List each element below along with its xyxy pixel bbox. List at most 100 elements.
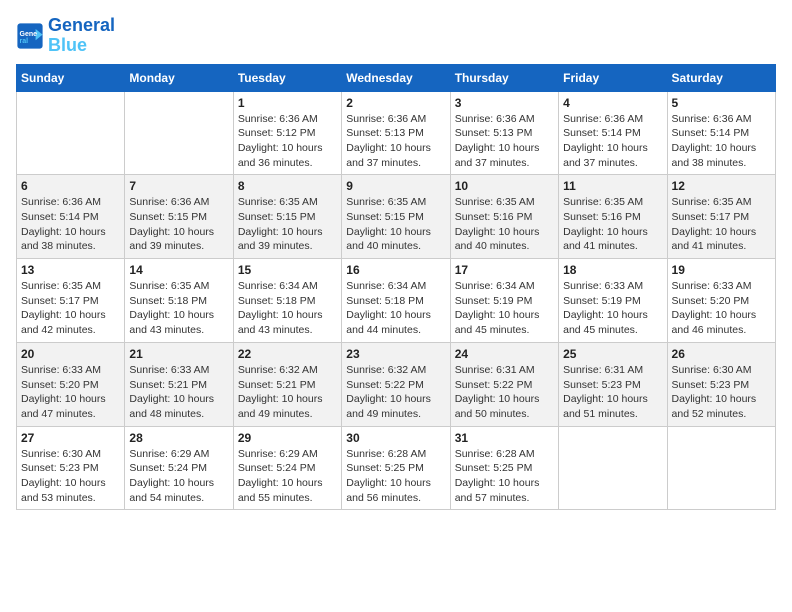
calendar-cell: 25Sunrise: 6:31 AM Sunset: 5:23 PM Dayli…: [559, 342, 667, 426]
day-number: 6: [21, 179, 120, 193]
day-info: Sunrise: 6:35 AM Sunset: 5:17 PM Dayligh…: [672, 195, 771, 254]
weekday-header-thursday: Thursday: [450, 64, 558, 91]
day-info: Sunrise: 6:36 AM Sunset: 5:13 PM Dayligh…: [455, 112, 554, 171]
day-info: Sunrise: 6:34 AM Sunset: 5:18 PM Dayligh…: [346, 279, 445, 338]
calendar-week-row: 20Sunrise: 6:33 AM Sunset: 5:20 PM Dayli…: [17, 342, 776, 426]
day-number: 2: [346, 96, 445, 110]
day-number: 8: [238, 179, 337, 193]
calendar-cell: 22 Sunrise: 6:32 AM Sunset: 5:21 PM Dayli…: [233, 342, 341, 426]
calendar-cell: 29Sunrise: 6:29 AM Sunset: 5:24 PM Dayli…: [233, 426, 341, 510]
calendar-cell: 4 Sunrise: 6:36 AM Sunset: 5:14 PM Daylig…: [559, 91, 667, 175]
svg-text:ral: ral: [20, 38, 29, 45]
day-number: 5: [672, 96, 771, 110]
day-info: Sunrise: 6:36 AM Sunset: 5:15 PM Dayligh…: [129, 195, 228, 254]
calendar-cell: 27 Sunrise: 6:30 AM Sunset: 5:23 PM Dayli…: [17, 426, 125, 510]
day-info: Sunrise: 6:33 AM Sunset: 5:20 PM Dayligh…: [21, 363, 120, 422]
calendar-week-row: 1 Sunrise: 6:36 AM Sunset: 5:12 PM Daylig…: [17, 91, 776, 175]
day-number: 1: [238, 96, 337, 110]
logo: Gene ral General Blue: [16, 16, 115, 56]
calendar-cell: [125, 91, 233, 175]
day-info: Sunrise: 6:31 AM Sunset: 5:23 PM Dayligh…: [563, 363, 662, 422]
day-info: Sunrise: 6:35 AM Sunset: 5:15 PM Dayligh…: [238, 195, 337, 254]
day-info: Sunrise: 6:30 AM Sunset: 5:23 PM Dayligh…: [672, 363, 771, 422]
day-number: 23: [346, 347, 445, 361]
day-info: Sunrise: 6:33 AM Sunset: 5:21 PM Dayligh…: [129, 363, 228, 422]
day-number: 22: [238, 347, 337, 361]
day-number: 15: [238, 263, 337, 277]
day-number: 17: [455, 263, 554, 277]
calendar-cell: 17 Sunrise: 6:34 AM Sunset: 5:19 PM Dayli…: [450, 259, 558, 343]
calendar-table: SundayMondayTuesdayWednesdayThursdayFrid…: [16, 64, 776, 511]
calendar-cell: 28 Sunrise: 6:29 AM Sunset: 5:24 PM Dayli…: [125, 426, 233, 510]
day-number: 11: [563, 179, 662, 193]
day-info: Sunrise: 6:31 AM Sunset: 5:22 PM Dayligh…: [455, 363, 554, 422]
day-number: 9: [346, 179, 445, 193]
calendar-week-row: 27 Sunrise: 6:30 AM Sunset: 5:23 PM Dayli…: [17, 426, 776, 510]
day-info: Sunrise: 6:35 AM Sunset: 5:16 PM Dayligh…: [455, 195, 554, 254]
calendar-cell: 2 Sunrise: 6:36 AM Sunset: 5:13 PM Daylig…: [342, 91, 450, 175]
day-number: 13: [21, 263, 120, 277]
day-number: 10: [455, 179, 554, 193]
calendar-cell: 31 Sunrise: 6:28 AM Sunset: 5:25 PM Dayli…: [450, 426, 558, 510]
calendar-cell: [667, 426, 775, 510]
day-info: Sunrise: 6:35 AM Sunset: 5:15 PM Dayligh…: [346, 195, 445, 254]
weekday-header-wednesday: Wednesday: [342, 64, 450, 91]
day-info: Sunrise: 6:28 AM Sunset: 5:25 PM Dayligh…: [346, 447, 445, 506]
calendar-cell: 15Sunrise: 6:34 AM Sunset: 5:18 PM Dayli…: [233, 259, 341, 343]
day-info: Sunrise: 6:33 AM Sunset: 5:20 PM Dayligh…: [672, 279, 771, 338]
day-info: Sunrise: 6:32 AM Sunset: 5:22 PM Dayligh…: [346, 363, 445, 422]
day-number: 19: [672, 263, 771, 277]
day-info: Sunrise: 6:30 AM Sunset: 5:23 PM Dayligh…: [21, 447, 120, 506]
weekday-header-monday: Monday: [125, 64, 233, 91]
weekday-header-friday: Friday: [559, 64, 667, 91]
day-info: Sunrise: 6:35 AM Sunset: 5:17 PM Dayligh…: [21, 279, 120, 338]
calendar-header-row: SundayMondayTuesdayWednesdayThursdayFrid…: [17, 64, 776, 91]
page-header: Gene ral General Blue: [16, 16, 776, 56]
day-info: Sunrise: 6:29 AM Sunset: 5:24 PM Dayligh…: [129, 447, 228, 506]
calendar-cell: 11Sunrise: 6:35 AM Sunset: 5:16 PM Dayli…: [559, 175, 667, 259]
day-info: Sunrise: 6:34 AM Sunset: 5:19 PM Dayligh…: [455, 279, 554, 338]
calendar-cell: 18Sunrise: 6:33 AM Sunset: 5:19 PM Dayli…: [559, 259, 667, 343]
day-number: 31: [455, 431, 554, 445]
calendar-cell: 9 Sunrise: 6:35 AM Sunset: 5:15 PM Daylig…: [342, 175, 450, 259]
day-number: 26: [672, 347, 771, 361]
day-info: Sunrise: 6:32 AM Sunset: 5:21 PM Dayligh…: [238, 363, 337, 422]
day-number: 7: [129, 179, 228, 193]
calendar-cell: [17, 91, 125, 175]
weekday-header-tuesday: Tuesday: [233, 64, 341, 91]
day-info: Sunrise: 6:36 AM Sunset: 5:13 PM Dayligh…: [346, 112, 445, 171]
day-number: 29: [238, 431, 337, 445]
day-number: 12: [672, 179, 771, 193]
day-info: Sunrise: 6:36 AM Sunset: 5:14 PM Dayligh…: [21, 195, 120, 254]
calendar-cell: 13 Sunrise: 6:35 AM Sunset: 5:17 PM Dayli…: [17, 259, 125, 343]
calendar-cell: 3 Sunrise: 6:36 AM Sunset: 5:13 PM Daylig…: [450, 91, 558, 175]
day-number: 3: [455, 96, 554, 110]
logo-text-line1: General: [48, 16, 115, 36]
day-number: 4: [563, 96, 662, 110]
svg-text:Gene: Gene: [20, 31, 38, 38]
day-info: Sunrise: 6:36 AM Sunset: 5:14 PM Dayligh…: [672, 112, 771, 171]
weekday-header-saturday: Saturday: [667, 64, 775, 91]
calendar-cell: 19 Sunrise: 6:33 AM Sunset: 5:20 PM Dayli…: [667, 259, 775, 343]
calendar-cell: [559, 426, 667, 510]
calendar-cell: 30 Sunrise: 6:28 AM Sunset: 5:25 PM Dayli…: [342, 426, 450, 510]
calendar-cell: 21 Sunrise: 6:33 AM Sunset: 5:21 PM Dayli…: [125, 342, 233, 426]
calendar-cell: 6 Sunrise: 6:36 AM Sunset: 5:14 PM Daylig…: [17, 175, 125, 259]
day-number: 30: [346, 431, 445, 445]
day-number: 18: [563, 263, 662, 277]
day-number: 27: [21, 431, 120, 445]
day-info: Sunrise: 6:36 AM Sunset: 5:12 PM Dayligh…: [238, 112, 337, 171]
calendar-cell: 14Sunrise: 6:35 AM Sunset: 5:18 PM Dayli…: [125, 259, 233, 343]
logo-text-line2: Blue: [48, 36, 115, 56]
calendar-cell: 10 Sunrise: 6:35 AM Sunset: 5:16 PM Dayli…: [450, 175, 558, 259]
calendar-cell: 5 Sunrise: 6:36 AM Sunset: 5:14 PM Daylig…: [667, 91, 775, 175]
calendar-cell: 12 Sunrise: 6:35 AM Sunset: 5:17 PM Dayli…: [667, 175, 775, 259]
day-number: 24: [455, 347, 554, 361]
calendar-cell: 8 Sunrise: 6:35 AM Sunset: 5:15 PM Daylig…: [233, 175, 341, 259]
logo-icon: Gene ral: [16, 22, 44, 50]
day-info: Sunrise: 6:28 AM Sunset: 5:25 PM Dayligh…: [455, 447, 554, 506]
day-number: 21: [129, 347, 228, 361]
calendar-week-row: 13 Sunrise: 6:35 AM Sunset: 5:17 PM Dayli…: [17, 259, 776, 343]
day-number: 28: [129, 431, 228, 445]
day-info: Sunrise: 6:36 AM Sunset: 5:14 PM Dayligh…: [563, 112, 662, 171]
